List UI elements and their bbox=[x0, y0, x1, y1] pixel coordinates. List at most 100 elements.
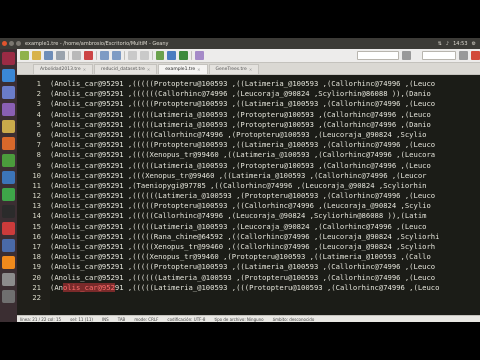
line-text[interactable]: (Anolis_car@95291 ,(((((Xenopus_tr@99460… bbox=[44, 242, 435, 252]
code-line[interactable]: 16 (Anolis_car@95291 ,(((((Rana_chine@645… bbox=[17, 232, 480, 242]
selected-text[interactable]: olis_car@952 bbox=[62, 282, 115, 292]
code-line[interactable]: 10 (Anolis_car@95291 ,(((Xenopus_tr@99460… bbox=[17, 171, 480, 181]
goto-line-input[interactable] bbox=[422, 51, 456, 60]
open-file-icon[interactable] bbox=[31, 51, 41, 60]
redo-icon[interactable] bbox=[111, 51, 121, 60]
code-line[interactable]: 6 (Anolis_car@95291 ,(((((Callorhinc@7499… bbox=[17, 130, 480, 140]
terminal-icon[interactable] bbox=[2, 205, 15, 218]
code-line[interactable]: 18 (Anolis_car@95291 ,((((Xenopus_tr@9946… bbox=[17, 252, 480, 262]
code-lines[interactable]: 1 (Anolis_car@95291 ,(((((Protopteru@1005… bbox=[17, 79, 480, 303]
network-icon[interactable] bbox=[2, 239, 15, 252]
power-icon[interactable]: ⚙ bbox=[472, 41, 476, 47]
code-line[interactable]: 2 (Anolis_car@95291 ,((((((Callorhinc@749… bbox=[17, 89, 480, 99]
editor[interactable]: 1 (Anolis_car@95291 ,(((((Protopteru@1005… bbox=[17, 75, 480, 315]
volume-icon[interactable]: ♪ bbox=[446, 41, 449, 47]
color-chooser-icon[interactable] bbox=[195, 51, 205, 60]
close-file-icon[interactable] bbox=[83, 51, 93, 60]
vlc-icon[interactable] bbox=[2, 256, 15, 269]
tab-arbolidad2013-tre[interactable]: Arbolidad2013.tre ✕ bbox=[33, 64, 94, 75]
window-controls[interactable] bbox=[2, 41, 21, 46]
disk-icon[interactable] bbox=[2, 273, 15, 286]
line-text[interactable]: (Anolis_car@95291 ,((((((Latimeria_@1005… bbox=[44, 191, 435, 201]
line-text[interactable]: (Anolis_car@95291 ,((((Xenopus_tr@99460 … bbox=[44, 150, 435, 160]
code-line[interactable]: 1 (Anolis_car@95291 ,(((((Protopteru@1005… bbox=[17, 79, 480, 89]
line-text[interactable]: (Anolis_car@95291 ,(((((Latimeria_@10059… bbox=[44, 282, 439, 293]
settings-icon[interactable] bbox=[2, 86, 15, 99]
line-text[interactable]: (Anolis_car@95291 ,(((((Latimeria_@10059… bbox=[44, 222, 426, 232]
line-text[interactable]: (Anolis_car@95291 ,((((Xenopus_tr@99460 … bbox=[44, 252, 431, 262]
tab-example1-tre[interactable]: example1.tre ✕ bbox=[158, 64, 208, 75]
line-text[interactable]: (Anolis_car@95291 ,(((Xenopus_tr@99460 ,… bbox=[44, 171, 426, 181]
maximize-window-icon[interactable] bbox=[16, 41, 21, 46]
minimize-window-icon[interactable] bbox=[9, 41, 14, 46]
code-line[interactable]: 13 (Anolis_car@95291 ,(((((Protopteru@100… bbox=[17, 201, 480, 211]
line-text[interactable]: (Anolis_car@95291 ,(((((Latimeria_@10059… bbox=[44, 120, 431, 130]
new-file-icon[interactable] bbox=[20, 51, 29, 60]
close-tab-icon[interactable]: ✕ bbox=[197, 65, 200, 75]
run-icon[interactable] bbox=[179, 51, 189, 60]
code-line[interactable]: 20 (Anolis_car@95291 ,((((((Latimeria_@10… bbox=[17, 273, 480, 283]
code-line[interactable]: 12 (Anolis_car@95291 ,((((((Latimeria_@10… bbox=[17, 191, 480, 201]
code-line[interactable]: 14 (Anolis_car@95291 ,(((((Callorhinc@749… bbox=[17, 211, 480, 221]
line-number: 9 bbox=[36, 160, 41, 170]
line-number: 11 bbox=[32, 180, 41, 190]
browser-icon[interactable] bbox=[2, 137, 15, 150]
code-line[interactable]: 22 bbox=[17, 293, 480, 303]
tab-genetrees-tre[interactable]: GeneTrees.tre ✕ bbox=[208, 64, 260, 75]
line-text[interactable]: (Anolis_car@95291 ,((((((Latimeria_@1005… bbox=[44, 273, 435, 283]
code-line[interactable]: 8 (Anolis_car@95291 ,((((Xenopus_tr@99460… bbox=[17, 150, 480, 160]
line-text[interactable]: (Anolis_car@95291 ,(Taeniopygi@97785 ,((… bbox=[44, 181, 426, 191]
files-icon[interactable] bbox=[2, 120, 15, 133]
tab-reducid-dataset-tre[interactable]: reducid_dataset.tre ✕ bbox=[94, 64, 158, 75]
dash-icon[interactable] bbox=[2, 52, 15, 65]
document-icon[interactable] bbox=[2, 171, 15, 184]
close-window-icon[interactable] bbox=[2, 41, 7, 46]
revert-icon[interactable] bbox=[71, 51, 81, 60]
find-icon[interactable] bbox=[402, 51, 412, 60]
compile-icon[interactable] bbox=[155, 51, 165, 60]
line-text[interactable]: (Anolis_car@95291 ,(((((Protopteru@10059… bbox=[44, 140, 435, 150]
geany-icon[interactable] bbox=[2, 222, 15, 235]
line-text[interactable]: (Anolis_car@95291 ,(((((Protopteru@10059… bbox=[44, 201, 431, 211]
close-tab-icon[interactable]: ✕ bbox=[83, 65, 86, 75]
undo-icon[interactable] bbox=[99, 51, 109, 60]
chromium-icon[interactable] bbox=[2, 69, 15, 82]
line-text[interactable]: (Anolis_car@95291 ,(((((Protopteru@10059… bbox=[44, 79, 435, 89]
line-text[interactable]: (Anolis_car@95291 ,(((((Callorhinc@74996… bbox=[44, 130, 426, 140]
code-line[interactable]: 15 (Anolis_car@95291 ,(((((Latimeria_@100… bbox=[17, 222, 480, 232]
clock[interactable]: 14:53 bbox=[453, 41, 467, 47]
trash-icon[interactable] bbox=[2, 290, 15, 303]
save-icon[interactable] bbox=[43, 51, 53, 60]
code-line[interactable]: 5 (Anolis_car@95291 ,(((((Latimeria_@1005… bbox=[17, 120, 480, 130]
calculator-icon[interactable] bbox=[2, 103, 15, 116]
network-indicator-icon[interactable]: ⇅ bbox=[438, 41, 442, 47]
line-text[interactable]: (Anolis_car@95291 ,(((((Latimeria_@10059… bbox=[44, 161, 431, 171]
line-text[interactable] bbox=[44, 293, 50, 303]
code-line[interactable]: 9 (Anolis_car@95291 ,(((((Latimeria_@1005… bbox=[17, 161, 480, 171]
code-line[interactable]: 4 (Anolis_car@95291 ,(((((Latimeria_@1005… bbox=[17, 110, 480, 120]
line-text[interactable]: (Anolis_car@95291 ,(((((Protopteru@10059… bbox=[44, 99, 435, 109]
quit-icon[interactable] bbox=[470, 51, 480, 60]
code-line[interactable]: 19 (Anolis_car@95291 ,(((((Protopteru@100… bbox=[17, 262, 480, 272]
line-number: 3 bbox=[36, 99, 41, 109]
line-text[interactable]: (Anolis_car@95291 ,(((((Callorhinc@74996… bbox=[44, 211, 426, 221]
goto-line-icon[interactable] bbox=[458, 51, 468, 60]
line-text[interactable]: (Anolis_car@95291 ,((((((Callorhinc@7499… bbox=[44, 89, 431, 99]
back-icon[interactable] bbox=[127, 51, 137, 60]
code-line[interactable]: 3 (Anolis_car@95291 ,(((((Protopteru@1005… bbox=[17, 99, 480, 109]
save-all-icon[interactable] bbox=[55, 51, 65, 60]
build-icon[interactable] bbox=[167, 51, 177, 60]
code-line[interactable]: 11 (Anolis_car@95291 ,(Taeniopygi@97785 ,… bbox=[17, 181, 480, 191]
forward-icon[interactable] bbox=[139, 51, 149, 60]
close-tab-icon[interactable]: ✕ bbox=[147, 65, 150, 75]
spreadsheet2-icon[interactable] bbox=[2, 188, 15, 201]
close-tab-icon[interactable]: ✕ bbox=[249, 65, 252, 75]
code-line[interactable]: 17 (Anolis_car@95291 ,(((((Xenopus_tr@994… bbox=[17, 242, 480, 252]
spreadsheet-icon[interactable] bbox=[2, 154, 15, 167]
code-line[interactable]: 7 (Anolis_car@95291 ,(((((Protopteru@1005… bbox=[17, 140, 480, 150]
line-text[interactable]: (Anolis_car@95291 ,(((((Protopteru@10059… bbox=[44, 262, 435, 272]
line-text[interactable]: (Anolis_car@95291 ,(((((Rana_chine@64592… bbox=[44, 232, 439, 242]
search-input[interactable] bbox=[357, 51, 400, 60]
line-text[interactable]: (Anolis_car@95291 ,(((((Latimeria_@10059… bbox=[44, 110, 431, 120]
code-line[interactable]: 21 (Anolis_car@95291 ,(((((Latimeria_@100… bbox=[17, 282, 480, 293]
